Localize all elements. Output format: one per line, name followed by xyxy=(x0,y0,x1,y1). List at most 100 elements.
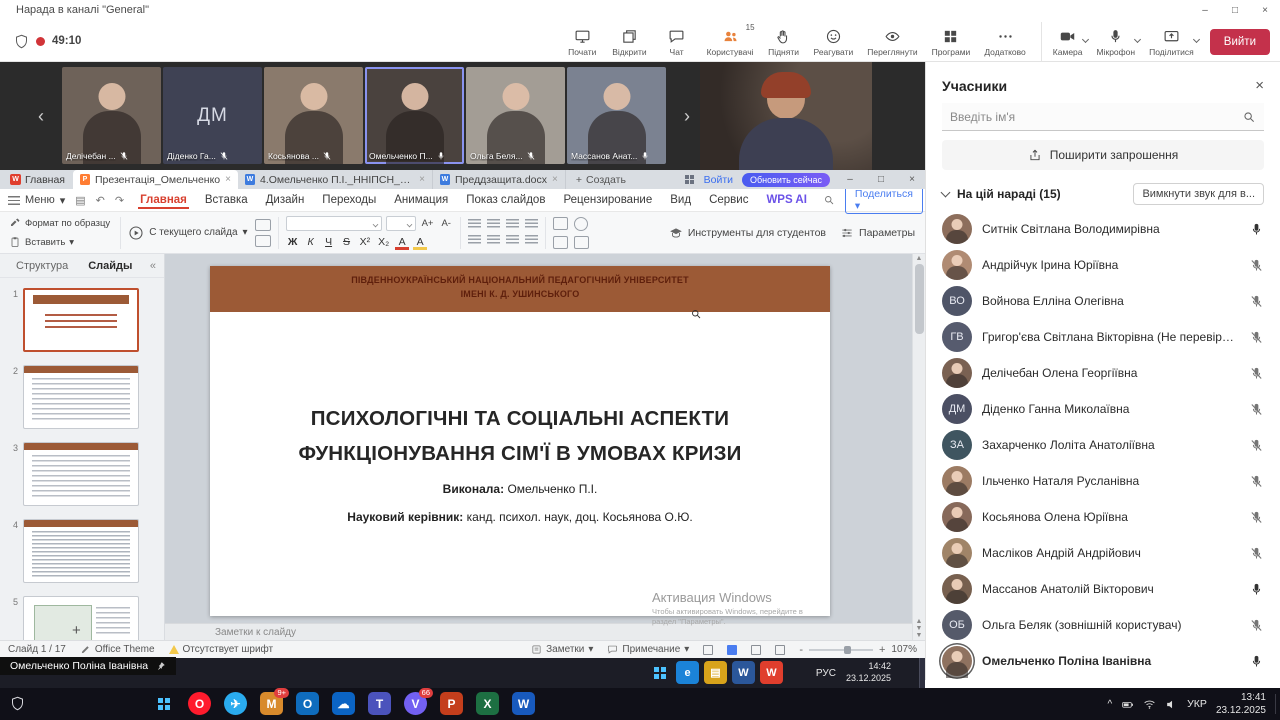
zoom-out-button[interactable]: - xyxy=(799,644,803,656)
font-style-button[interactable]: А xyxy=(413,235,427,250)
language-indicator[interactable]: УКР xyxy=(1187,698,1207,710)
open-button[interactable]: Відкрити xyxy=(606,22,652,62)
slide-thumbnail[interactable]: 3 xyxy=(8,442,158,506)
language-indicator[interactable]: РУС xyxy=(816,668,836,679)
align-center-icon[interactable] xyxy=(487,219,500,230)
participant-row[interactable]: ОБ Ольга Беляк (зовнішній користувач) xyxy=(926,607,1280,643)
maximize-icon[interactable]: □ xyxy=(1220,0,1250,20)
explorer-icon[interactable]: ▤ xyxy=(704,661,727,684)
left-panel-tab[interactable]: Структура xyxy=(8,257,76,275)
scroll-down-icon[interactable]: ▼ xyxy=(916,632,923,639)
wps-menu-button[interactable]: Меню ▾ xyxy=(8,194,65,207)
scrollbar-thumb[interactable] xyxy=(915,264,924,334)
login-button[interactable]: Войти xyxy=(704,174,733,186)
mic-on-icon[interactable] xyxy=(1249,582,1264,597)
mic-off-icon[interactable] xyxy=(1249,546,1264,561)
collapse-panel-icon[interactable]: « xyxy=(150,260,156,272)
vertical-scrollbar[interactable]: ▲ ▲ ▼ ▼ xyxy=(912,254,925,640)
chevron-down-icon[interactable] xyxy=(1193,36,1200,43)
maximize-icon[interactable]: □ xyxy=(870,170,892,189)
font-style-button[interactable]: Х₂ xyxy=(376,235,391,250)
people-button[interactable]: 15 Користувачі xyxy=(701,22,760,62)
close-tab-icon[interactable]: × xyxy=(552,174,558,185)
slide-layout-buttons[interactable] xyxy=(255,219,271,247)
ribbon-params-button[interactable]: Параметры xyxy=(840,226,915,240)
ribbon-tab[interactable]: Главная xyxy=(138,191,189,209)
word-icon[interactable]: W xyxy=(510,690,537,717)
next-slide-icon[interactable]: ▼ xyxy=(916,625,923,632)
camera-button[interactable]: Камера xyxy=(1041,22,1089,62)
text-box-icon[interactable] xyxy=(553,217,568,230)
ribbon-tab[interactable]: Анимация xyxy=(392,191,450,209)
ribbon-tab[interactable]: Сервис xyxy=(707,191,750,209)
close-tab-icon[interactable]: × xyxy=(225,174,231,185)
paste-button[interactable]: Вставить ▾ xyxy=(6,234,113,251)
ribbon-tab[interactable]: Вид xyxy=(668,191,693,209)
minimize-icon[interactable]: – xyxy=(839,170,861,189)
onedrive-icon[interactable]: ☁ xyxy=(330,690,357,717)
slide-thumbnail[interactable]: 5 xyxy=(8,596,158,640)
font-style-button[interactable]: К xyxy=(304,235,318,250)
chevron-down-icon[interactable] xyxy=(1134,36,1141,43)
search-icon[interactable] xyxy=(823,194,835,206)
share-document-button[interactable]: Поделиться ▾ xyxy=(845,186,923,214)
mic-off-icon[interactable] xyxy=(1249,366,1264,381)
edge-icon[interactable]: e xyxy=(676,661,699,684)
justify-icon[interactable] xyxy=(525,219,538,230)
apps-button[interactable]: Програми xyxy=(926,22,977,62)
participant-row[interactable]: ЗА Захарченко Лоліта Анатоліївна xyxy=(926,427,1280,463)
word-icon[interactable]: W xyxy=(732,661,755,684)
mic-off-icon[interactable] xyxy=(1249,330,1264,345)
participant-row[interactable]: Омельченко Поліна Іванівна xyxy=(926,643,1280,679)
participant-row[interactable]: Массанов Анатолій Вікторович xyxy=(926,571,1280,607)
outlook-icon[interactable]: O xyxy=(294,690,321,717)
format-painter-button[interactable]: Формат по образцу xyxy=(6,215,113,232)
participant-search-input[interactable] xyxy=(942,103,1264,131)
previous-slide-icon[interactable]: ▲ xyxy=(916,618,923,625)
align-right-icon[interactable] xyxy=(506,219,519,230)
new-slide-icon[interactable] xyxy=(255,219,271,231)
font-family-select[interactable] xyxy=(286,216,382,231)
mic-off-icon[interactable] xyxy=(1249,438,1264,453)
indent-icon[interactable] xyxy=(525,235,538,246)
collapse-section-icon[interactable] xyxy=(941,188,951,198)
more-button[interactable]: Додатково xyxy=(978,22,1031,62)
ribbon-tab[interactable]: Рецензирование xyxy=(561,191,654,209)
mic-off-icon[interactable] xyxy=(1249,474,1264,489)
mic-on-icon[interactable] xyxy=(1249,222,1264,237)
close-panel-icon[interactable]: × xyxy=(1255,77,1264,94)
participant-video-tile[interactable]: ДМ Діденко Га... xyxy=(163,67,262,164)
participant-row[interactable]: ВО Войнова Елліна Олегівна xyxy=(926,283,1280,319)
wifi-icon[interactable] xyxy=(1143,698,1156,711)
shape-circle-icon[interactable] xyxy=(574,217,588,231)
bullet-list-icon[interactable] xyxy=(468,235,481,246)
apps-grid-icon[interactable] xyxy=(684,174,695,185)
clock[interactable]: 13:41 23.12.2025 xyxy=(1216,691,1266,717)
slideshow-view-icon[interactable] xyxy=(775,645,785,655)
share-button[interactable]: Поділитися xyxy=(1143,22,1200,62)
speaker-icon[interactable] xyxy=(1165,698,1178,711)
clock[interactable]: 14:42 23.12.2025 xyxy=(846,661,891,684)
save-icon[interactable]: ▤ xyxy=(75,194,85,207)
pin-icon[interactable] xyxy=(156,661,166,671)
participant-video-tile[interactable]: Омельченко П... xyxy=(365,67,464,164)
ribbon-tab[interactable]: Показ слайдов xyxy=(464,191,547,209)
new-tab-button[interactable]: + Создать xyxy=(566,170,636,189)
telegram-icon[interactable]: ✈ xyxy=(222,690,249,717)
start-button[interactable]: Почати xyxy=(560,22,604,62)
mic-off-icon[interactable] xyxy=(1249,510,1264,525)
windows-start-icon[interactable] xyxy=(648,661,671,684)
decrease-font-button[interactable]: А- xyxy=(439,218,453,229)
leave-button[interactable]: Вийти xyxy=(1210,29,1270,55)
participant-row[interactable]: Ільченко Наталя Русланівна xyxy=(926,463,1280,499)
ribbon-tab[interactable]: Переходы xyxy=(320,191,378,209)
numbered-list-icon[interactable] xyxy=(487,235,500,246)
font-style-button[interactable]: Х² xyxy=(358,235,373,250)
opera-icon[interactable]: O xyxy=(186,690,213,717)
mic-off-icon[interactable] xyxy=(1249,258,1264,273)
raise-hand-button[interactable]: Підняти xyxy=(762,22,806,62)
minimize-icon[interactable]: – xyxy=(1190,0,1220,20)
participant-row[interactable]: Косьянова Олена Юріївна xyxy=(926,499,1280,535)
slide[interactable]: ПІВДЕННОУКРАЇНСЬКИЙ НАЦІОНАЛЬНИЙ ПЕДАГОГ… xyxy=(210,266,830,616)
close-icon[interactable]: × xyxy=(901,170,923,189)
